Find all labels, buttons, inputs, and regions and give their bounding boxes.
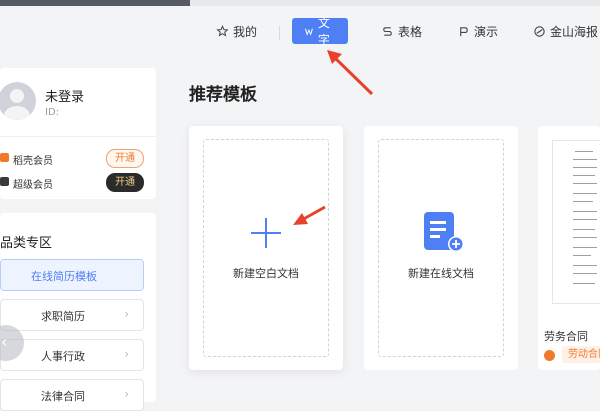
nav-sheet[interactable]: 表格: [381, 18, 422, 44]
category-item-label: 求职简历: [41, 310, 85, 323]
nav-slides[interactable]: 演示: [457, 18, 498, 44]
nav-mine[interactable]: 我的: [216, 18, 257, 44]
nav-poster[interactable]: 金山海报: [533, 18, 598, 44]
chevron-right-icon: ›: [124, 387, 129, 401]
plus-icon: [251, 218, 281, 248]
docer-open-button[interactable]: 开通: [106, 149, 144, 168]
category-item-label: 在线简历模板: [31, 270, 97, 283]
chevron-right-icon: ›: [124, 347, 129, 361]
nav-divider: [279, 26, 280, 40]
template-tag[interactable]: 劳动合同: [562, 346, 600, 363]
nav-slides-label: 演示: [474, 24, 499, 39]
category-legal-contract[interactable]: 法律合同 ›: [0, 379, 144, 411]
nav-sheet-label: 表格: [398, 24, 423, 39]
user-id-label: ID:: [45, 107, 60, 118]
chevron-left-icon: ‹: [1, 332, 8, 351]
slides-p-icon: [460, 26, 468, 36]
online-doc-icon: [424, 212, 464, 252]
new-online-doc-card[interactable]: [364, 126, 518, 370]
new-blank-doc-label: 新建空白文档: [233, 267, 299, 280]
template-title: 劳务合同: [544, 330, 588, 343]
writer-w-icon: [304, 28, 313, 36]
user-card-divider: [0, 136, 156, 137]
sheet-s-icon: [383, 26, 392, 36]
template-preview: [552, 140, 600, 304]
new-blank-doc-card[interactable]: [189, 126, 343, 370]
nav-text[interactable]: 文字: [292, 16, 348, 47]
star-icon: [216, 24, 229, 37]
category-online-resume[interactable]: 在线简历模板: [0, 259, 144, 291]
super-open-button[interactable]: 开通: [106, 173, 144, 192]
chevron-right-icon: ›: [124, 307, 129, 321]
docer-member-icon: [0, 153, 9, 162]
nav-text-label: 文字: [317, 16, 330, 47]
docer-badge-icon: [544, 350, 555, 361]
poster-icon: [534, 25, 545, 37]
new-online-doc-label: 新建在线文档: [408, 267, 474, 280]
member-label-docer: 稻壳会员: [13, 156, 53, 167]
user-name[interactable]: 未登录: [45, 86, 84, 105]
top-nav-bar: 我的 文字 表格 演示 金山海报: [0, 6, 600, 54]
category-item-label: 人事行政: [41, 350, 85, 363]
nav-mine-label: 我的: [233, 24, 258, 39]
category-title: 品类专区: [0, 236, 53, 251]
nav-poster-label: 金山海报: [550, 24, 599, 39]
member-label-super: 超级会员: [13, 180, 53, 191]
super-member-icon: [0, 177, 9, 186]
page-title: 推荐模板: [189, 85, 257, 105]
category-job-resume[interactable]: 求职简历 ›: [0, 299, 144, 331]
